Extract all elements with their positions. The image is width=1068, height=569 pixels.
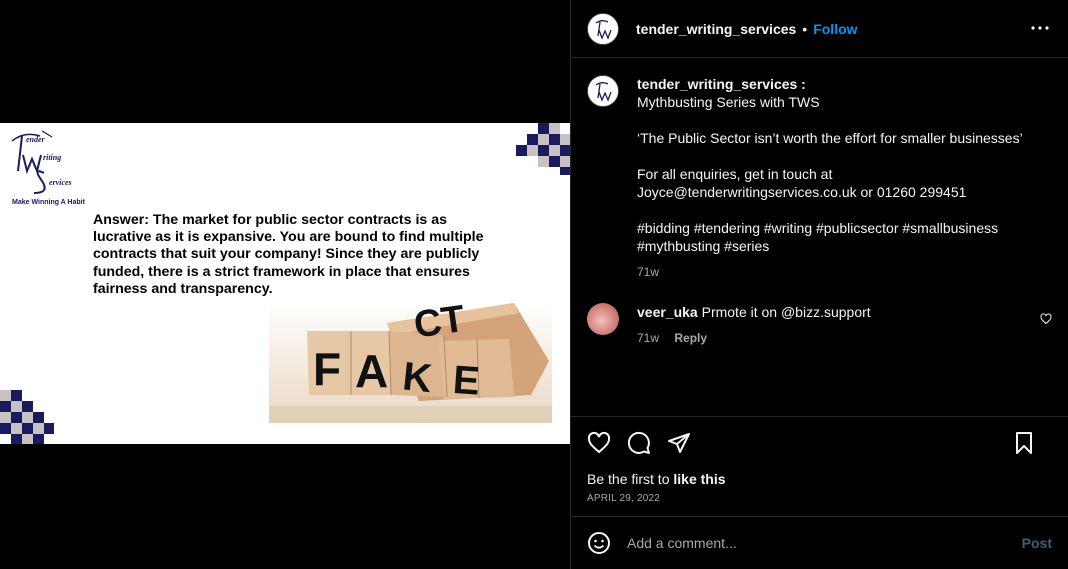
media-pane: ender riting ervices Make Winning A Habi… xyxy=(0,0,570,569)
comments-section[interactable]: tender_writing_services : Mythbusting Se… xyxy=(571,59,1068,416)
tws-avatar-icon xyxy=(588,76,618,106)
save-bookmark-icon[interactable] xyxy=(1012,431,1036,455)
header-username[interactable]: tender_writing_services xyxy=(636,21,796,37)
likes-summary: Be the first to like this xyxy=(587,471,1052,487)
reply-button[interactable]: Reply xyxy=(674,331,707,345)
post-header: tender_writing_services • Follow xyxy=(571,0,1068,58)
caption-avatar[interactable] xyxy=(587,75,619,107)
likes-prefix: Be the first to xyxy=(587,471,670,487)
comment-input[interactable] xyxy=(627,535,1022,551)
commenter-avatar[interactable] xyxy=(587,303,619,335)
post-sidebar: tender_writing_services • Follow tender_… xyxy=(570,0,1068,569)
post-date[interactable]: APRIL 29, 2022 xyxy=(587,493,1052,504)
avatar[interactable] xyxy=(587,12,619,45)
caption-hashtags[interactable]: #mythbusting #series xyxy=(637,237,1037,255)
caption-line: For all enquiries, get in touch at xyxy=(637,166,833,182)
caption-meta: 71w xyxy=(637,263,1037,281)
follow-button[interactable]: Follow xyxy=(813,21,857,37)
wooden-blocks-illustration: CT F A K E xyxy=(269,298,552,423)
tws-logo-mark: ender riting ervices xyxy=(11,130,72,194)
like-heart-icon[interactable] xyxy=(587,431,611,455)
block-letter-k: K xyxy=(401,354,434,401)
comment-meta: 71w Reply xyxy=(637,329,1037,347)
logo-tagline: Make Winning A Habit xyxy=(12,199,85,206)
more-options-icon[interactable] xyxy=(1030,20,1050,36)
post-actions: Be the first to like this APRIL 29, 2022 xyxy=(571,416,1068,516)
comment-username[interactable]: veer_uka xyxy=(637,304,698,320)
comment-text: Prmote it on @bizz.support xyxy=(701,304,871,320)
comment-timestamp[interactable]: 71w xyxy=(637,331,659,345)
comment-row: veer_uka Prmote it on @bizz.support 71w … xyxy=(587,303,1052,347)
emoji-icon[interactable] xyxy=(587,531,611,555)
block-letter-a: A xyxy=(355,345,388,397)
block-letter-e: E xyxy=(452,358,482,404)
caption-hashtags[interactable]: #bidding #tendering #writing #publicsect… xyxy=(637,219,1037,237)
comment-body: veer_uka Prmote it on @bizz.support 71w … xyxy=(637,303,1037,347)
tws-logo: ender riting ervices Make Winning A Habi… xyxy=(4,127,94,207)
share-paper-plane-icon[interactable] xyxy=(667,431,691,455)
caption-line xyxy=(637,201,1037,219)
post-comment-button[interactable]: Post xyxy=(1022,535,1052,551)
svg-text:ender: ender xyxy=(26,135,46,144)
tws-avatar-icon xyxy=(588,13,618,44)
caption-line xyxy=(637,147,1037,165)
caption-line xyxy=(637,111,1037,129)
post-image[interactable]: ender riting ervices Make Winning A Habi… xyxy=(0,123,570,444)
caption-body: tender_writing_services : Mythbusting Se… xyxy=(637,75,1037,281)
caption-line: Joyce@tenderwritingservices.co.uk or 012… xyxy=(637,184,967,200)
caption-username[interactable]: tender_writing_services : xyxy=(637,75,1037,93)
pixel-decoration-top-right xyxy=(516,123,570,175)
svg-text:ervices: ervices xyxy=(49,178,72,187)
pixel-decoration-bottom-left xyxy=(0,390,54,444)
caption-line: ‘The Public Sector isn’t worth the effor… xyxy=(637,130,1023,146)
block-letter-f: F xyxy=(313,343,341,395)
add-comment-bar: Post xyxy=(571,516,1068,569)
separator-dot: • xyxy=(802,20,808,37)
svg-text:riting: riting xyxy=(43,153,61,162)
caption-line: Mythbusting Series with TWS xyxy=(637,94,820,110)
blocks-top-letters: CT xyxy=(411,301,467,347)
comment-like-heart-icon[interactable] xyxy=(1040,313,1052,325)
action-icon-row xyxy=(587,417,1052,469)
caption-row: tender_writing_services : Mythbusting Se… xyxy=(587,75,1052,281)
like-this-link[interactable]: like this xyxy=(673,471,725,487)
caption-timestamp[interactable]: 71w xyxy=(637,265,659,279)
fake-fact-blocks-image: CT F A K E xyxy=(269,298,552,423)
answer-text: Answer: The market for public sector con… xyxy=(93,212,484,297)
comment-bubble-icon[interactable] xyxy=(627,431,651,455)
